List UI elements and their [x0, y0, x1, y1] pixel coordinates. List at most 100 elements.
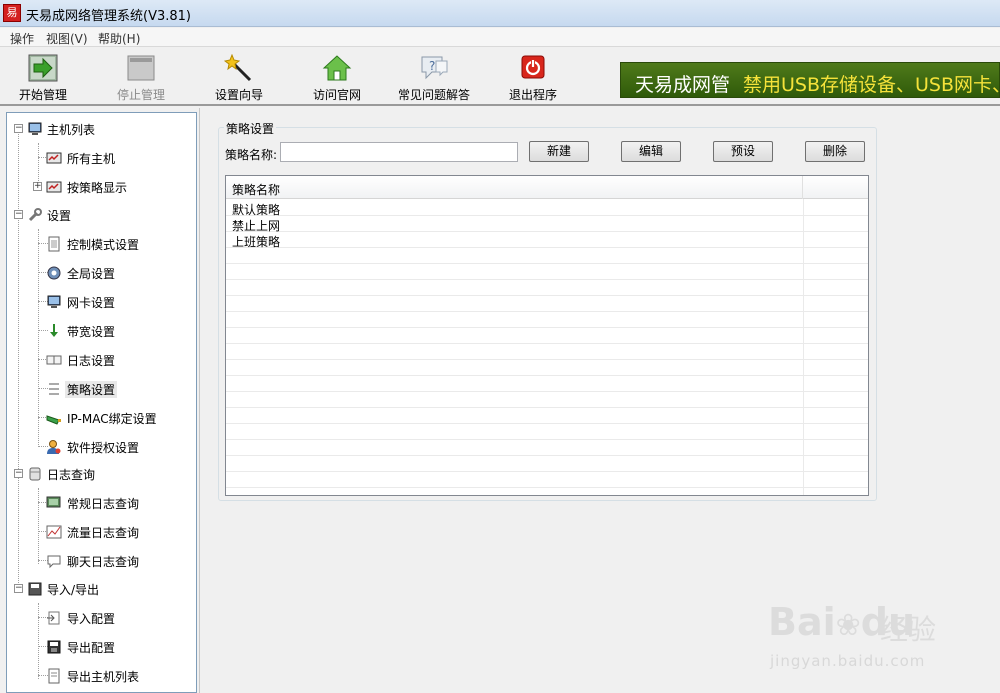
- table-row[interactable]: 禁止上网: [226, 216, 868, 233]
- tree-node-chat-log[interactable]: 聊天日志查询: [7, 550, 196, 572]
- tree-node-log-query[interactable]: − 日志查询: [7, 463, 196, 485]
- database-icon: [27, 466, 43, 482]
- stop-manage-button[interactable]: 停止管理: [112, 52, 170, 104]
- tree-node-import-config[interactable]: 导入配置: [7, 607, 196, 629]
- collapse-toggle-icon[interactable]: −: [14, 584, 23, 593]
- tree-node-traffic-log[interactable]: 流量日志查询: [7, 521, 196, 543]
- tree-node-all-hosts[interactable]: 所有主机: [7, 147, 196, 169]
- edit-policy-button[interactable]: 编辑: [621, 141, 681, 162]
- table-row[interactable]: [226, 408, 868, 424]
- table-row[interactable]: [226, 392, 868, 408]
- table-row[interactable]: [226, 472, 868, 488]
- tree-label: 日志设置: [67, 354, 116, 368]
- table-row[interactable]: [226, 440, 868, 456]
- exit-program-button[interactable]: 退出程序: [504, 52, 562, 104]
- tree-label: 按策略显示: [67, 181, 128, 195]
- tree-node-general-log[interactable]: 常规日志查询: [7, 492, 196, 514]
- list-header: 策略名称: [226, 176, 868, 199]
- tree-label: 流量日志查询: [67, 526, 140, 540]
- tree-node-log-settings[interactable]: 日志设置: [7, 349, 196, 371]
- tree-node-global-settings[interactable]: 全局设置: [7, 262, 196, 284]
- chat-bubble-icon: [46, 553, 62, 569]
- app-icon[interactable]: 易: [3, 4, 21, 22]
- visit-website-label: 访问官网: [312, 88, 361, 102]
- tree-label: IP-MAC绑定设置: [67, 412, 157, 426]
- tree-node-ip-mac-binding[interactable]: IP-MAC绑定设置: [7, 407, 196, 429]
- setup-wizard-button[interactable]: 设置向导: [210, 52, 268, 104]
- faq-label: 常见问题解答: [397, 88, 470, 102]
- hosts-grid-icon: [46, 150, 62, 166]
- tree-node-policy-settings[interactable]: 策略设置: [7, 378, 196, 400]
- column-header-policy-name[interactable]: 策略名称: [226, 176, 803, 199]
- title-bar: 易 天易成网络管理系统(V3.81): [0, 0, 1000, 27]
- collapse-toggle-icon[interactable]: −: [14, 469, 23, 478]
- log-monitor-icon: [46, 495, 62, 511]
- tree-node-nic-settings[interactable]: 网卡设置: [7, 291, 196, 313]
- new-policy-button[interactable]: 新建: [529, 141, 589, 162]
- watermark-url: jingyan.baidu.com: [770, 652, 926, 670]
- table-row[interactable]: [226, 328, 868, 344]
- menu-bar: 操作 视图(V) 帮助(H): [0, 28, 1000, 47]
- table-row[interactable]: [226, 360, 868, 376]
- collapse-toggle-icon[interactable]: −: [14, 210, 23, 219]
- table-row[interactable]: [226, 248, 868, 264]
- tree-node-bandwidth[interactable]: 带宽设置: [7, 320, 196, 342]
- collapse-toggle-icon[interactable]: −: [14, 124, 23, 133]
- start-manage-button[interactable]: 开始管理: [14, 52, 72, 104]
- tree-label: 软件授权设置: [67, 441, 140, 455]
- table-row[interactable]: [226, 312, 868, 328]
- tree-node-by-policy[interactable]: + 按策略显示: [7, 176, 196, 198]
- menu-help[interactable]: 帮助(H): [98, 30, 140, 47]
- policy-name-input[interactable]: [280, 142, 518, 162]
- table-row[interactable]: 上班策略: [226, 232, 868, 249]
- delete-policy-button[interactable]: 删除: [805, 141, 865, 162]
- stop-square-icon: [126, 54, 156, 82]
- navigation-tree[interactable]: − 主机列表 所有主机 + 按策略显示 − 设置 控制模式设置 全局设置 网卡设…: [6, 112, 197, 693]
- policy-group-title: 策略设置: [224, 120, 277, 137]
- tree-node-settings[interactable]: − 设置: [7, 204, 196, 226]
- paw-icon: ❀: [835, 608, 861, 643]
- table-row[interactable]: [226, 296, 868, 312]
- book-icon: [46, 352, 62, 368]
- tree-label: 带宽设置: [67, 325, 116, 339]
- table-row[interactable]: 默认策略: [226, 200, 868, 217]
- setup-wizard-label: 设置向导: [214, 88, 263, 102]
- tree-node-license[interactable]: 软件授权设置: [7, 436, 196, 458]
- table-row[interactable]: [226, 424, 868, 440]
- column-header-empty[interactable]: [803, 176, 868, 199]
- expand-toggle-icon[interactable]: +: [33, 182, 42, 191]
- table-row[interactable]: [226, 344, 868, 360]
- table-row[interactable]: [226, 376, 868, 392]
- tree-label: 导出配置: [67, 641, 116, 655]
- table-row[interactable]: [226, 456, 868, 472]
- banner-brand: 天易成网管: [635, 74, 731, 96]
- network-card-icon: [46, 410, 62, 426]
- tree-node-import-export[interactable]: − 导入/导出: [7, 578, 196, 600]
- table-row[interactable]: [226, 280, 868, 296]
- visit-website-button[interactable]: 访问官网: [308, 52, 366, 104]
- tree-label: 策略设置: [65, 381, 118, 398]
- pane-splitter[interactable]: [199, 108, 203, 693]
- user-key-icon: [46, 439, 62, 455]
- tree-label: 导入/导出: [47, 583, 100, 597]
- tree-node-control-mode[interactable]: 控制模式设置: [7, 233, 196, 255]
- power-icon: [518, 54, 548, 82]
- promo-banner[interactable]: 天易成网管 禁用USB存储设备、USB网卡、: [620, 62, 1000, 98]
- svg-text:?: ?: [429, 59, 435, 73]
- watermark-jingyan: 经验: [880, 613, 937, 646]
- tree-node-export-host-list[interactable]: 导出主机列表: [7, 665, 196, 687]
- tree-label: 导入配置: [67, 612, 116, 626]
- hosts-grid-icon: [46, 179, 62, 195]
- preset-policy-button[interactable]: 预设: [713, 141, 773, 162]
- document-icon: [46, 236, 62, 252]
- table-row[interactable]: [226, 264, 868, 280]
- chart-icon: [46, 524, 62, 540]
- import-icon: [46, 610, 62, 626]
- faq-button[interactable]: ? 常见问题解答: [396, 52, 472, 104]
- menu-view[interactable]: 视图(V): [46, 30, 88, 47]
- policy-list[interactable]: 策略名称 默认策略 禁止上网 上班策略: [225, 175, 869, 496]
- menu-operate[interactable]: 操作: [10, 30, 34, 47]
- tree-node-host-list[interactable]: − 主机列表: [7, 118, 196, 140]
- tree-node-export-config[interactable]: 导出配置: [7, 636, 196, 658]
- tree-label: 所有主机: [67, 152, 116, 166]
